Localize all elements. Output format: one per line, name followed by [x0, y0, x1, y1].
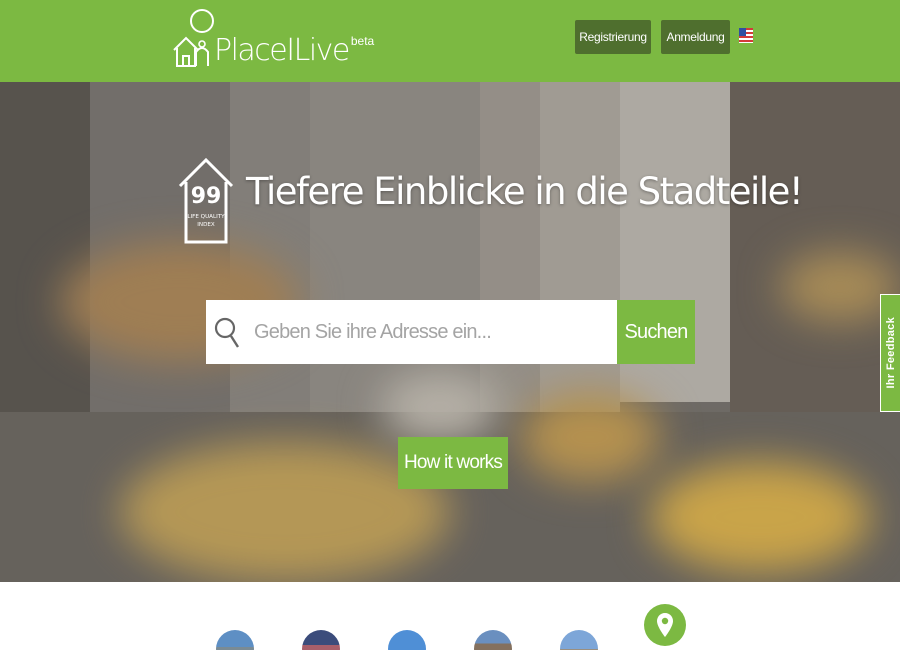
hero-title: Tiefere Einblicke in die Stadteile! [246, 170, 804, 213]
search-icon [214, 317, 240, 348]
lqi-number: 99 [191, 184, 222, 209]
search-button[interactable]: Suchen [617, 300, 695, 364]
us-flag-icon[interactable] [739, 28, 753, 43]
register-button[interactable]: Registrierung [575, 20, 651, 54]
city-photo-icon[interactable] [560, 630, 598, 650]
feedback-label: Ihr Feedback [884, 317, 897, 389]
address-search-input[interactable] [254, 320, 594, 344]
top-header: PlaceILive beta Registrierung Anmeldung [0, 0, 900, 82]
city-photo-icon[interactable] [474, 630, 512, 650]
login-button[interactable]: Anmeldung [661, 20, 730, 54]
city-photo-icon[interactable] [302, 630, 340, 650]
lqi-label-line1: LIFE QUALITY [187, 214, 225, 220]
logo-beta-badge: beta [350, 34, 375, 48]
lqi-label-line2: INDEX [197, 222, 215, 228]
logo[interactable]: PlaceILive beta [172, 6, 374, 70]
city-strip [0, 582, 900, 650]
city-photo-icon[interactable] [216, 630, 254, 650]
city-photo-icon[interactable] [388, 630, 426, 650]
feedback-tab[interactable]: Ihr Feedback [880, 294, 900, 412]
logo-text: PlaceILive [214, 33, 350, 68]
how-it-works-button[interactable]: How it works [398, 437, 508, 489]
life-quality-index-icon: 99 LIFE QUALITY INDEX [178, 157, 234, 244]
hero-section: 99 LIFE QUALITY INDEX Tiefere Einblicke … [0, 82, 900, 582]
location-pin-icon[interactable] [644, 604, 686, 646]
search-box [206, 300, 618, 364]
logo-house-people-icon [173, 9, 214, 67]
